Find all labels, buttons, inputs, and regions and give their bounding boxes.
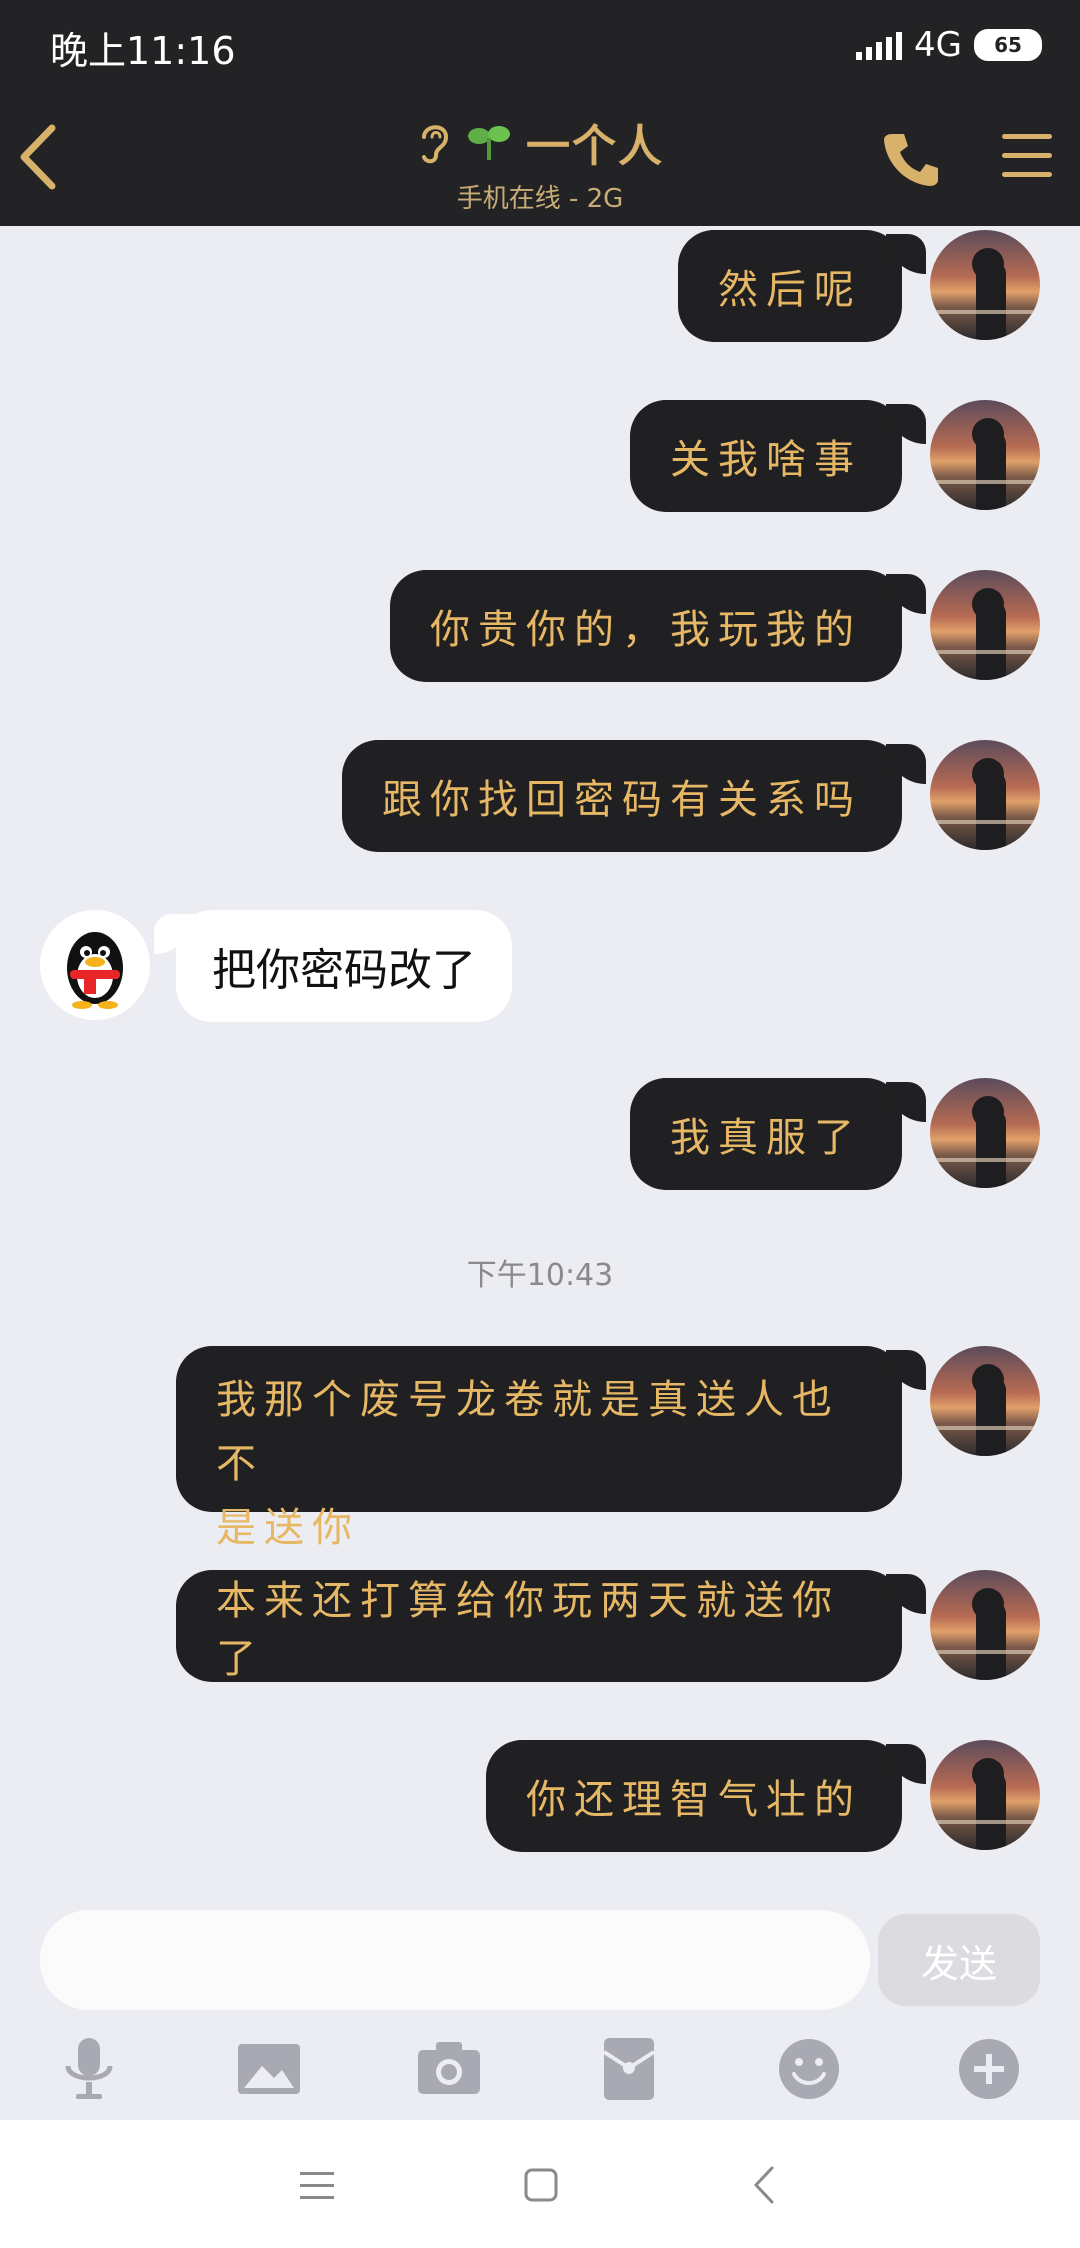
penguin-icon	[67, 932, 123, 1009]
square-icon	[524, 2168, 558, 2202]
avatar[interactable]	[930, 1078, 1040, 1188]
menu-lines-icon	[300, 2172, 334, 2199]
emoji-button[interactable]	[774, 2034, 844, 2104]
chat-title: 一个人	[526, 121, 664, 172]
avatar[interactable]	[930, 570, 1040, 680]
more-button[interactable]	[954, 2034, 1024, 2104]
chat-title-area[interactable]: 一个人 手机在线 - 2G	[300, 110, 780, 215]
message-bubble[interactable]: 你贵你的，我玩我的	[390, 570, 902, 682]
battery-icon: 65	[974, 29, 1042, 61]
sprout-icon	[468, 126, 510, 160]
chevron-left-icon	[20, 124, 56, 190]
menu-button[interactable]	[1002, 134, 1052, 180]
system-back-button[interactable]	[740, 2160, 790, 2210]
camera-button[interactable]	[414, 2034, 484, 2104]
avatar[interactable]	[930, 1570, 1040, 1680]
plus-icon	[959, 2039, 1019, 2099]
signal-icon	[856, 30, 903, 60]
ear-icon	[422, 125, 449, 164]
red-packet-icon	[602, 2038, 656, 2100]
message-input[interactable]	[40, 1910, 870, 2010]
microphone-icon	[65, 2038, 113, 2099]
message-bubble[interactable]: 本来还打算给你玩两天就送你了	[176, 1570, 902, 1682]
message-bubble[interactable]: 然后呢	[678, 230, 902, 342]
top-bar: 晚上11:16 4G 65 一个人 手机在线 - 2G	[0, 0, 1080, 226]
status-icons: 4G 65	[856, 22, 1042, 68]
system-nav-bar	[0, 2120, 1080, 2248]
avatar[interactable]	[930, 230, 1040, 340]
avatar[interactable]	[930, 740, 1040, 850]
online-status: 手机在线 - 2G	[456, 184, 624, 214]
avatar[interactable]	[930, 1740, 1040, 1850]
image-button[interactable]	[234, 2034, 304, 2104]
chevron-left-icon	[753, 2166, 774, 2204]
recent-apps-button[interactable]	[292, 2160, 342, 2210]
image-icon	[238, 2044, 300, 2094]
message-bubble[interactable]: 把你密码改了	[176, 910, 512, 1022]
message-list[interactable]: 然后呢 关我啥事 你贵你的，我玩我的 跟你找回密码有关系吗 把你密码改了 我真服…	[0, 226, 1080, 1896]
battery-level: 65	[994, 33, 1022, 57]
message-bubble[interactable]: 我那个废号龙卷就是真送人也不 是送你	[176, 1346, 902, 1551]
message-bubble[interactable]: 我真服了	[630, 1078, 902, 1190]
call-button[interactable]	[882, 128, 942, 188]
message-bubble[interactable]: 你还理智气壮的	[486, 1740, 902, 1852]
avatar[interactable]	[930, 1346, 1040, 1456]
avatar[interactable]	[930, 400, 1040, 510]
camera-icon	[418, 2042, 480, 2094]
message-timestamp: 下午10:43	[466, 1258, 614, 1293]
home-button[interactable]	[516, 2160, 566, 2210]
message-bubble[interactable]: 跟你找回密码有关系吗	[342, 740, 902, 852]
input-toolbar	[0, 2024, 1080, 2120]
emoji-icon	[779, 2039, 839, 2099]
phone-icon	[884, 134, 938, 186]
message-bubble[interactable]: 关我啥事	[630, 400, 902, 512]
status-time: 晚上11:16	[50, 29, 236, 73]
send-button[interactable]: 发送	[878, 1914, 1040, 2006]
red-packet-button[interactable]	[594, 2034, 664, 2104]
qq-penguin-avatar[interactable]	[40, 910, 150, 1020]
voice-button[interactable]	[54, 2034, 124, 2104]
network-type: 4G	[914, 25, 962, 65]
back-button[interactable]	[14, 122, 64, 192]
